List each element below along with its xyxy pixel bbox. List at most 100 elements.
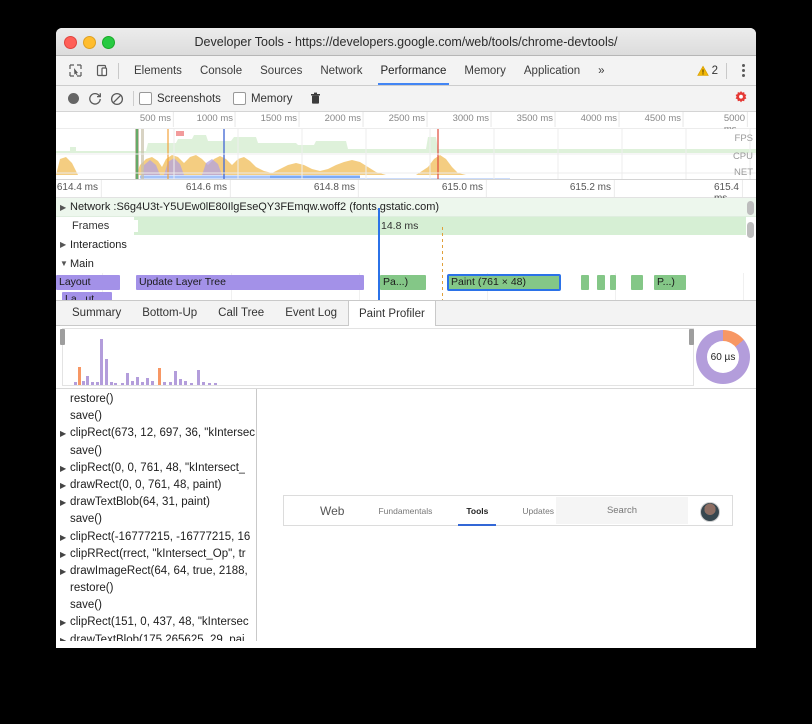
paint-command-row[interactable]: ▶save()	[56, 597, 256, 614]
histogram-bar[interactable]	[105, 359, 108, 385]
chevron-right-icon[interactable]: ▶	[60, 494, 70, 511]
timeline-playhead[interactable]	[378, 208, 380, 300]
minimize-window-button[interactable]	[83, 36, 96, 49]
chevron-down-icon[interactable]: ▼	[60, 259, 70, 268]
navbar-item-tools[interactable]: Tools	[458, 506, 497, 526]
tab-memory[interactable]: Memory	[455, 56, 515, 85]
histogram-bar[interactable]	[214, 383, 217, 385]
flame-chart-tracks[interactable]: ▶ Network :S6g4U3t-Y5UEw0lE80IlgEseQY3FE…	[56, 198, 756, 300]
drawer-tab-paint-profiler[interactable]: Paint Profiler	[348, 301, 436, 326]
chevron-right-icon[interactable]: ▶	[60, 477, 70, 494]
event-paint-tick[interactable]	[610, 275, 616, 290]
histogram-bar[interactable]	[151, 381, 154, 385]
maximize-window-button[interactable]	[102, 36, 115, 49]
tab-sources[interactable]: Sources	[251, 56, 311, 85]
tab-application[interactable]: Application	[515, 56, 589, 85]
paint-profiler-histogram[interactable]: 60 µs	[56, 326, 756, 389]
histogram-bar[interactable]	[208, 383, 211, 385]
event-paint-tick[interactable]	[597, 275, 605, 290]
histogram-bar[interactable]	[197, 370, 200, 385]
histogram-bar[interactable]	[141, 382, 144, 385]
more-tabs-button[interactable]: »	[589, 56, 613, 85]
event-paint-partial[interactable]: P...)	[654, 275, 686, 290]
paint-command-row[interactable]: ▶ clipRect(0, 0, 761, 48, "kIntersect_	[56, 460, 256, 477]
chevron-right-icon[interactable]: ▶	[60, 546, 70, 563]
drawer-tab-event-log[interactable]: Event Log	[275, 301, 348, 325]
main-flame-area[interactable]: Layout Update Layer Tree Pa...) Paint (7…	[56, 208, 756, 300]
event-paint-tick[interactable]	[581, 275, 589, 290]
histogram-bar[interactable]	[86, 376, 89, 385]
navbar-item-updates[interactable]: Updates	[522, 506, 554, 516]
chevron-right-icon[interactable]: ▶	[60, 425, 70, 442]
paint-command-row[interactable]: ▶ clipRect(151, 0, 437, 48, "kIntersec	[56, 614, 256, 631]
event-update-layer-tree[interactable]: Update Layer Tree	[136, 275, 364, 290]
clear-recording-icon[interactable]	[106, 88, 128, 110]
overview-graphs[interactable]: FPS CPU NET	[56, 129, 756, 179]
event-layout[interactable]: Layout	[56, 275, 120, 290]
event-paint-tick[interactable]	[631, 275, 643, 290]
chevron-right-icon[interactable]: ▶	[60, 460, 70, 477]
paint-command-row[interactable]: ▶ clipRect(-16777215, -16777215, 16	[56, 529, 256, 546]
histogram-bar[interactable]	[163, 382, 166, 385]
tab-network[interactable]: Network	[311, 56, 371, 85]
paint-command-row[interactable]: ▶ drawTextBlob(64, 31, paint)	[56, 494, 256, 511]
histogram-bar[interactable]	[146, 378, 149, 385]
record-button[interactable]	[62, 88, 84, 110]
chevron-right-icon[interactable]: ▶	[60, 632, 70, 641]
histogram-bar[interactable]	[121, 383, 124, 385]
warning-badge[interactable]: 2	[696, 65, 718, 77]
histogram-bar[interactable]	[158, 368, 161, 385]
inspect-element-icon[interactable]	[64, 60, 86, 82]
chevron-right-icon[interactable]: ▶	[60, 203, 70, 212]
tab-console[interactable]: Console	[191, 56, 251, 85]
paint-command-row[interactable]: ▶restore()	[56, 391, 256, 408]
scrollbar-thumb[interactable]	[747, 222, 754, 238]
tab-performance[interactable]: Performance	[372, 56, 456, 85]
histogram-bar[interactable]	[179, 379, 182, 385]
scrollbar-thumb-top[interactable]	[747, 201, 754, 215]
histogram-left-handle[interactable]	[60, 329, 65, 345]
paint-command-row[interactable]: ▶ drawRect(0, 0, 761, 48, paint)	[56, 477, 256, 494]
interactions-track-row[interactable]: ▶ Interactions	[56, 235, 756, 254]
paint-preview-canvas[interactable]: Web Fundamentals Tools Updates Search	[257, 389, 756, 641]
drawer-tab-summary[interactable]: Summary	[62, 301, 132, 325]
tab-elements[interactable]: Elements	[125, 56, 191, 85]
histogram-bar[interactable]	[190, 383, 193, 385]
tracks-scrollbar[interactable]	[746, 198, 755, 300]
event-paint-selected[interactable]: Paint (761 × 48)	[447, 274, 561, 291]
histogram-bar[interactable]	[169, 382, 172, 385]
histogram-bar[interactable]	[78, 367, 81, 385]
main-track-row[interactable]: ▼ Main	[56, 254, 756, 273]
device-toolbar-icon[interactable]	[90, 60, 112, 82]
paint-command-row[interactable]: ▶restore()	[56, 580, 256, 597]
histogram-bar[interactable]	[174, 371, 177, 385]
histogram-bar[interactable]	[96, 382, 99, 385]
histogram-bar[interactable]	[131, 381, 134, 385]
paint-command-row[interactable]: ▶ drawImageRect(64, 64, true, 2188,	[56, 563, 256, 580]
kebab-menu-icon[interactable]	[735, 64, 752, 77]
histogram-bar[interactable]	[74, 382, 77, 385]
histogram-bar[interactable]	[100, 339, 103, 385]
memory-checkbox[interactable]: Memory	[232, 92, 292, 105]
paint-command-row[interactable]: ▶ clipRect(673, 12, 697, 36, "kIntersec	[56, 425, 256, 442]
paint-command-row[interactable]: ▶ clipRRect(rrect, "kIntersect_Op", tr	[56, 546, 256, 563]
histogram-bar[interactable]	[184, 381, 187, 385]
paint-command-list[interactable]: ▶restore()▶save()▶clipRect(673, 12, 697,…	[56, 389, 257, 641]
settings-gear-icon[interactable]	[734, 90, 748, 107]
navbar-item-fundamentals[interactable]: Fundamentals	[378, 506, 432, 516]
close-window-button[interactable]	[64, 36, 77, 49]
chevron-right-icon[interactable]: ▶	[60, 240, 70, 249]
chevron-right-icon[interactable]: ▶	[60, 614, 70, 631]
frames-track-row[interactable]: Frames 14.8 ms	[56, 217, 756, 235]
paint-command-row[interactable]: ▶save()	[56, 443, 256, 460]
histogram-bar[interactable]	[136, 377, 139, 385]
paint-command-row[interactable]: ▶save()	[56, 511, 256, 528]
network-track-row[interactable]: ▶ Network :S6g4U3t-Y5UEw0lE80IlgEseQY3FE…	[56, 198, 756, 217]
histogram-bar[interactable]	[110, 382, 113, 385]
timeline-overview[interactable]: 500 ms 1000 ms 1500 ms 2000 ms 2500 ms 3…	[56, 112, 756, 180]
chevron-right-icon[interactable]: ▶	[60, 529, 70, 546]
histogram-right-handle[interactable]	[689, 329, 694, 345]
drawer-tab-bottom-up[interactable]: Bottom-Up	[132, 301, 208, 325]
event-paint-small[interactable]: Pa...)	[380, 275, 426, 290]
event-layout-nested[interactable]: La...ut	[62, 292, 112, 300]
